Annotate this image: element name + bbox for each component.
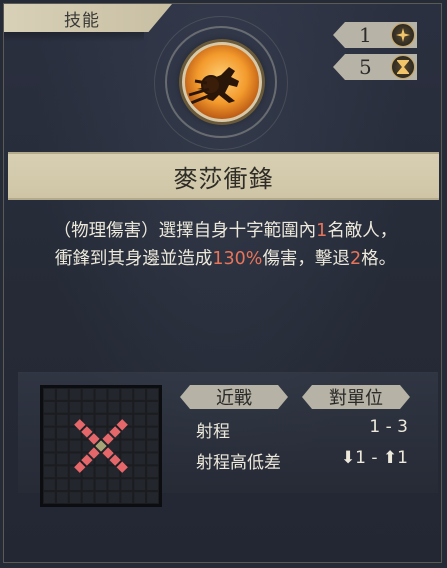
- grid-cell: [108, 479, 120, 491]
- grid-cell: [56, 401, 68, 413]
- grid-cell: [134, 427, 146, 439]
- grid-cell: [56, 479, 68, 491]
- grid-cell: [147, 479, 158, 491]
- tab-shadow: [4, 32, 144, 42]
- range-grid-svg: [44, 389, 158, 503]
- grid-cell: [121, 492, 133, 503]
- target-type-tag: 對單位: [302, 385, 410, 409]
- grid-cell: [121, 479, 133, 491]
- grid-cell: [147, 440, 158, 452]
- grid-cell: [44, 414, 55, 426]
- desc-damage-percent: 130%: [212, 249, 263, 269]
- grid-cell: [95, 401, 107, 413]
- grid-cell: [108, 492, 120, 503]
- skill-tab-label: 技能: [64, 10, 100, 31]
- grid-cell: [44, 389, 55, 400]
- grid-cell: [82, 492, 94, 503]
- grid-cell: [56, 466, 68, 478]
- grid-cell: [95, 414, 107, 426]
- grid-cell: [95, 479, 107, 491]
- grid-cell: [134, 492, 146, 503]
- grid-cell: [82, 389, 94, 400]
- star-sparkle-icon: [391, 23, 415, 47]
- grid-cell: [56, 453, 68, 465]
- grid-cell: [147, 427, 158, 439]
- grid-cell: [44, 401, 55, 413]
- grid-cell: [134, 414, 146, 426]
- banner-top-line: [8, 152, 439, 154]
- skill-name: 麥莎衝鋒: [173, 164, 274, 193]
- grid-cell: [134, 389, 146, 400]
- grid-cell: [134, 401, 146, 413]
- grid-cell: [44, 427, 55, 439]
- grid-cell: [44, 453, 55, 465]
- grid-cell: [134, 466, 146, 478]
- grid-cell: [147, 414, 158, 426]
- desc-target-count: 1: [316, 221, 328, 241]
- skill-description: （物理傷害）選擇自身十字範圍內1名敵人， 衝鋒到其身邊並造成130%傷害，擊退2…: [28, 217, 423, 273]
- grid-cell: [121, 440, 133, 452]
- height-diff-label: 射程高低差: [196, 453, 281, 473]
- skill-card: 技能 1 5 麥莎衝鋒 （物理傷害）選擇自身十字範圍內1名敵人， 衝鋒到其身邊並…: [3, 3, 442, 563]
- height-diff-value: ⬇1 - ⬆1: [340, 448, 408, 468]
- grid-cell: [82, 479, 94, 491]
- grid-cell: [147, 466, 158, 478]
- grid-cell: [69, 479, 81, 491]
- grid-cell: [56, 427, 68, 439]
- cooldown-badge: 5: [333, 54, 417, 80]
- grid-cell: [121, 389, 133, 400]
- grid-cell: [69, 389, 81, 400]
- grid-cell: [69, 492, 81, 503]
- range-label: 射程: [196, 422, 230, 442]
- grid-cell: [56, 389, 68, 400]
- grid-cell: [121, 401, 133, 413]
- desc-part3: 衝鋒到其身邊並造成: [54, 249, 213, 269]
- cooldown-value: 5: [359, 55, 372, 79]
- grid-cell: [134, 453, 146, 465]
- range-value: 1 - 3: [369, 417, 408, 437]
- grid-cell: [44, 479, 55, 491]
- desc-part2: 名敵人，: [327, 221, 398, 241]
- grid-cell: [82, 401, 94, 413]
- grid-cell: [95, 492, 107, 503]
- skill-name-banner: 麥莎衝鋒: [8, 154, 439, 198]
- desc-knockback: 2: [349, 249, 362, 269]
- grid-cell: [147, 453, 158, 465]
- grid-cell: [56, 440, 68, 452]
- desc-part4: 傷害，擊退: [262, 249, 350, 269]
- grid-cell: [134, 440, 146, 452]
- hourglass-icon: [391, 55, 415, 79]
- banner-bottom-line: [8, 198, 439, 200]
- desc-part1: （物理傷害）選擇自身十字範圍內: [53, 221, 317, 241]
- skill-charge-icon: [182, 42, 262, 122]
- skill-detail-panel: 近戰 對單位 射程 1 - 3 射程高低差 ⬇1 - ⬆1: [18, 372, 438, 507]
- action-cost-badge: 1: [333, 22, 417, 48]
- grid-cell: [44, 466, 55, 478]
- range-type-tag: 近戰: [180, 385, 288, 409]
- grid-cell: [56, 414, 68, 426]
- grid-cell: [69, 440, 81, 452]
- grid-cell: [95, 466, 107, 478]
- grid-cell: [108, 389, 120, 400]
- grid-cell: [69, 401, 81, 413]
- grid-cell: [44, 440, 55, 452]
- desc-part5: 格。: [361, 249, 397, 269]
- grid-cell: [147, 401, 158, 413]
- grid-cell: [56, 492, 68, 503]
- grid-cell: [147, 389, 158, 400]
- grid-cell: [44, 492, 55, 503]
- grid-cell: [95, 389, 107, 400]
- grid-cell: [147, 492, 158, 503]
- grid-cell: [108, 401, 120, 413]
- action-cost-value: 1: [359, 23, 372, 47]
- skill-tab: 技能: [4, 4, 172, 32]
- range-grid-preview: [40, 385, 162, 507]
- grid-cell: [134, 479, 146, 491]
